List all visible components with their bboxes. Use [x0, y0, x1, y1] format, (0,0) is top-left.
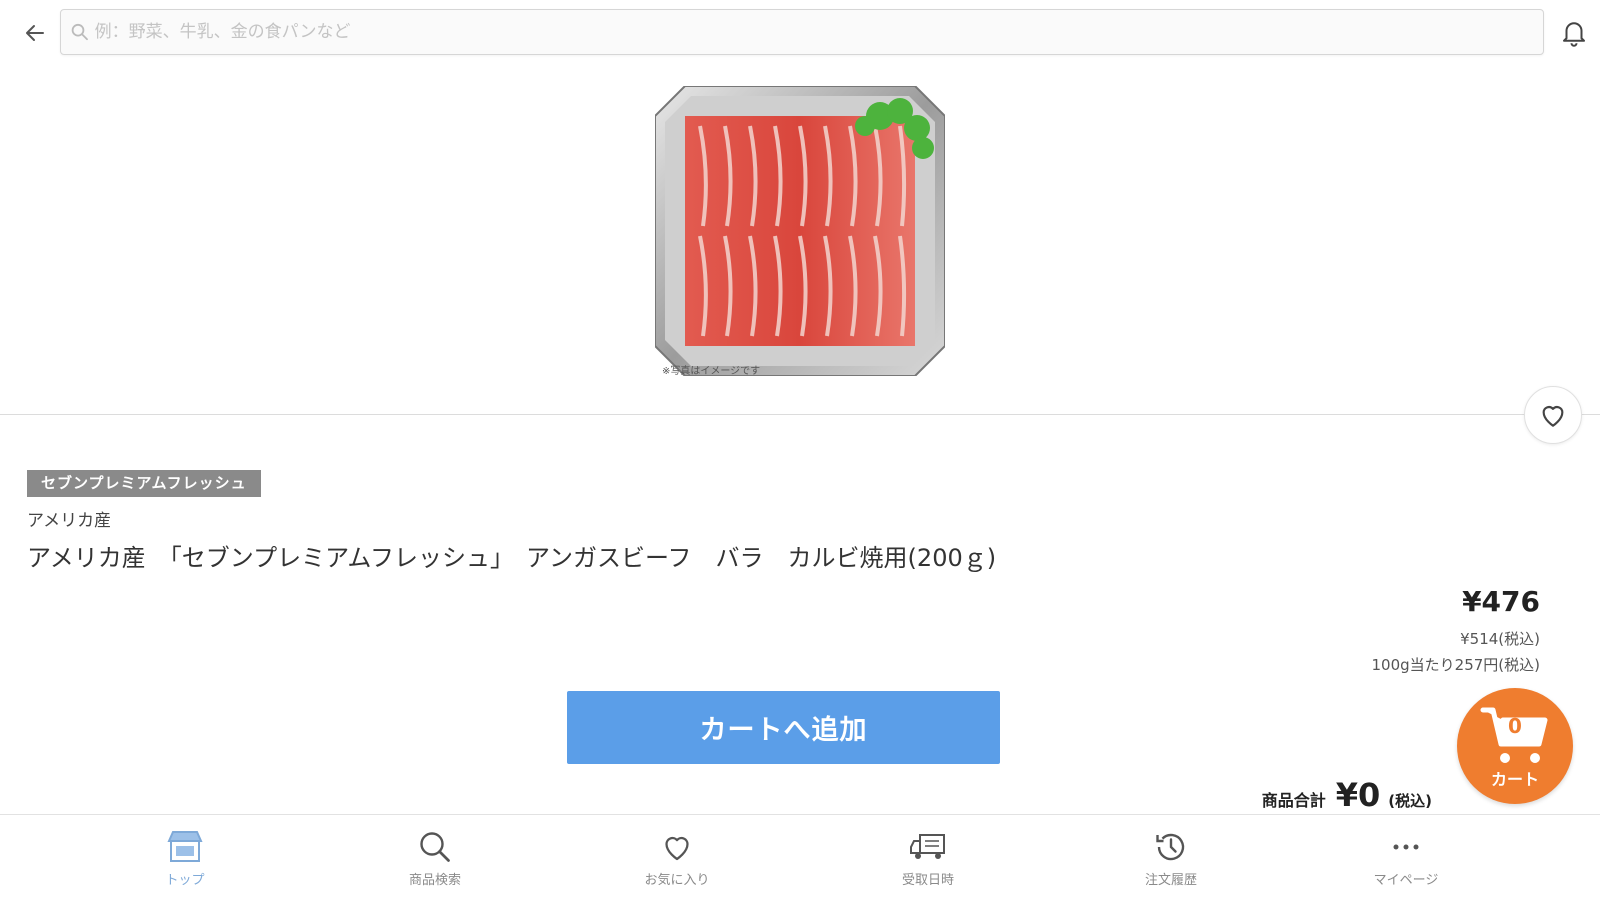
nav-label: お気に入り	[644, 873, 710, 888]
brand-badge: セブンプレミアムフレッシュ	[27, 470, 261, 497]
nav-label: 受取日時	[901, 873, 954, 888]
subtotal-tax-note: (税込)	[1388, 792, 1432, 810]
nav-search[interactable]: 商品検索	[365, 815, 505, 900]
search-input[interactable]	[94, 22, 1543, 42]
nav-order-history[interactable]: 注文履歴	[1101, 815, 1241, 900]
nav-label: 商品検索	[408, 873, 461, 888]
product-origin: アメリカ産	[27, 511, 112, 531]
arrow-left-icon	[26, 25, 44, 41]
price-tax-included: ¥514(税込)	[1460, 630, 1540, 648]
nav-label: マイページ	[1373, 873, 1439, 888]
cart-button[interactable]: 0 カート	[1457, 688, 1573, 804]
product-price: ¥476	[1462, 585, 1540, 618]
heart-icon	[665, 836, 689, 861]
subtotal-amount: ¥0	[1335, 776, 1381, 814]
cart-count: 0	[1508, 714, 1522, 738]
search-icon	[71, 23, 88, 41]
subtotal: 商品合計 ¥0 (税込)	[1262, 776, 1432, 814]
nav-favorites[interactable]: お気に入り	[607, 815, 747, 900]
product-name: アメリカ産 「セブンプレミアムフレッシュ」 アンガスビーフ バラ カルビ焼用(2…	[27, 544, 997, 572]
product-image	[655, 86, 945, 376]
image-caption: ※写真はイメージです	[662, 366, 761, 377]
notification-button[interactable]	[1556, 14, 1592, 50]
more-icon	[1393, 844, 1419, 850]
divider	[0, 414, 1600, 415]
bottom-nav: トップ 商品検索 お気に入り 受取日時 注文履歴 マイページ	[0, 814, 1600, 900]
nav-mypage[interactable]: マイページ	[1336, 815, 1476, 900]
bell-icon	[1563, 22, 1585, 47]
nav-delivery[interactable]: 受取日時	[858, 815, 998, 900]
favorite-button[interactable]	[1524, 386, 1582, 444]
nav-top[interactable]: トップ	[115, 815, 255, 900]
nav-label: 注文履歴	[1144, 873, 1197, 888]
search-icon	[420, 832, 450, 862]
price-per-100g: 100g当たり257円(税込)	[1371, 656, 1541, 674]
nav-label: トップ	[165, 873, 205, 888]
history-icon	[1156, 833, 1185, 861]
heart-icon	[1542, 406, 1564, 427]
add-to-cart-button[interactable]: カートへ追加	[567, 691, 1000, 764]
store-icon	[167, 831, 203, 862]
search-bar[interactable]	[60, 9, 1544, 55]
truck-icon	[910, 834, 945, 859]
back-button[interactable]	[20, 18, 50, 48]
subtotal-label: 商品合計	[1261, 791, 1326, 810]
cart-label: カート	[1490, 770, 1539, 789]
